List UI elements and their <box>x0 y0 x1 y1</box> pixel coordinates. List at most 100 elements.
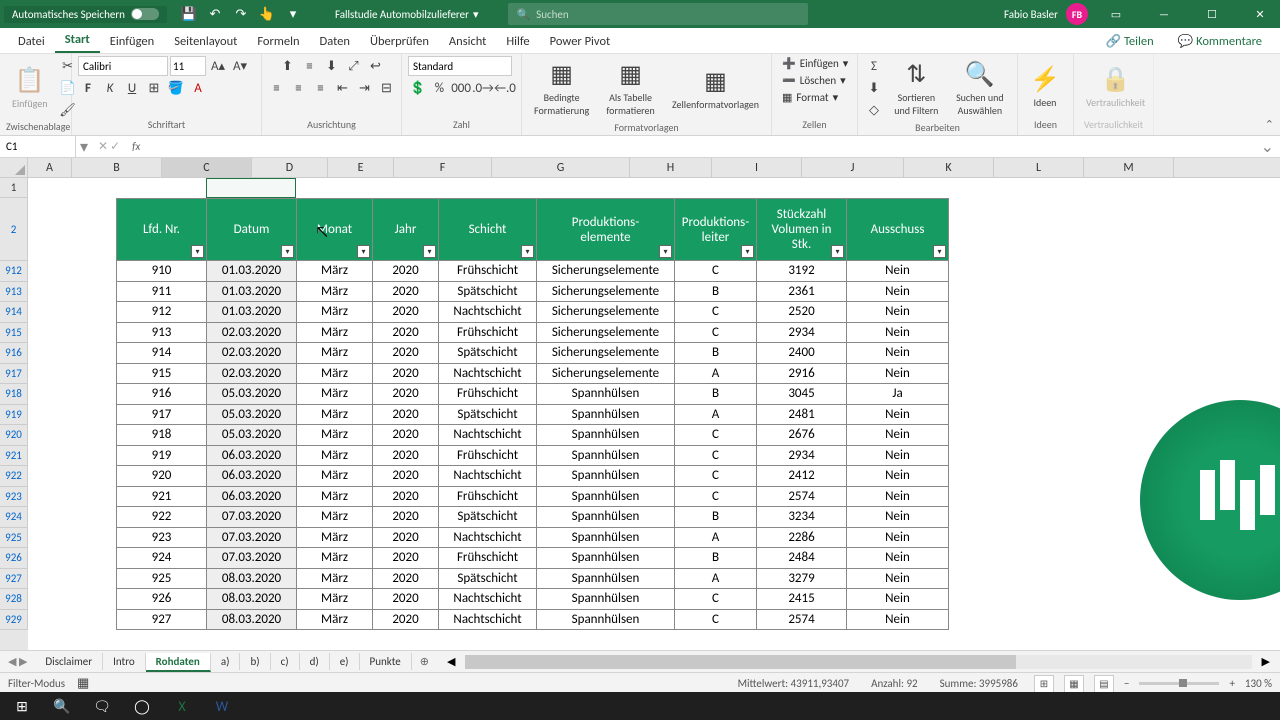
tab-formeln[interactable]: Formeln <box>247 30 309 53</box>
table-cell[interactable]: Sicherungselemente <box>537 322 675 343</box>
table-cell[interactable]: 2934 <box>757 445 847 466</box>
collapse-ribbon-icon[interactable]: ⌃ <box>1265 118 1274 131</box>
table-cell[interactable]: 919 <box>117 445 207 466</box>
scroll-right-icon[interactable]: ▶ <box>1262 655 1270 668</box>
table-cell[interactable]: Nein <box>847 261 949 282</box>
table-header[interactable]: Jahr▾ <box>373 199 439 261</box>
row-header[interactable]: 920 <box>0 425 28 446</box>
table-cell[interactable]: Spätschicht <box>439 404 537 425</box>
table-header[interactable]: Produktions-elemente▾ <box>537 199 675 261</box>
row-header[interactable]: 918 <box>0 384 28 405</box>
row-header[interactable]: 923 <box>0 487 28 508</box>
name-box-dropdown-icon[interactable]: ▾ <box>76 137 92 157</box>
table-cell[interactable]: März <box>297 548 373 569</box>
table-cell[interactable]: Nachtschicht <box>439 363 537 384</box>
table-cell[interactable]: Nein <box>847 568 949 589</box>
table-cell[interactable]: 3192 <box>757 261 847 282</box>
table-cell[interactable]: März <box>297 425 373 446</box>
table-header[interactable]: Lfd. Nr.▾ <box>117 199 207 261</box>
table-cell[interactable]: 2934 <box>757 322 847 343</box>
tab-seitenlayout[interactable]: Seitenlayout <box>164 30 247 53</box>
table-cell[interactable]: Spannhülsen <box>537 445 675 466</box>
filter-icon[interactable]: ▾ <box>831 245 844 258</box>
col-header[interactable]: I <box>712 158 802 177</box>
table-cell[interactable]: Spannhülsen <box>537 404 675 425</box>
paste-button[interactable]: 📋 Einfügen <box>6 62 54 114</box>
table-cell[interactable]: C <box>675 425 757 446</box>
table-cell[interactable]: Spannhülsen <box>537 486 675 507</box>
row-header[interactable]: 912 <box>0 261 28 282</box>
tab-daten[interactable]: Daten <box>310 30 360 53</box>
table-cell[interactable]: 2020 <box>373 343 439 364</box>
table-cell[interactable]: 2020 <box>373 527 439 548</box>
insert-cells-button[interactable]: ➕Einfügen ▾ <box>778 56 852 71</box>
table-cell[interactable]: C <box>675 609 757 630</box>
table-cell[interactable]: 2412 <box>757 466 847 487</box>
col-header[interactable]: G <box>492 158 630 177</box>
table-cell[interactable]: A <box>675 568 757 589</box>
table-cell[interactable]: 05.03.2020 <box>207 404 297 425</box>
table-cell[interactable]: März <box>297 568 373 589</box>
table-cell[interactable]: 08.03.2020 <box>207 609 297 630</box>
table-cell[interactable]: Nachtschicht <box>439 466 537 487</box>
avatar[interactable]: FB <box>1066 3 1088 25</box>
sheet-tab[interactable]: Rohdaten <box>146 653 211 672</box>
table-cell[interactable]: Nein <box>847 363 949 384</box>
table-cell[interactable]: C <box>675 261 757 282</box>
table-cell[interactable]: 923 <box>117 527 207 548</box>
expand-formula-icon[interactable]: ⌄ <box>1255 137 1280 157</box>
table-cell[interactable]: 3279 <box>757 568 847 589</box>
table-cell[interactable]: Frühschicht <box>439 486 537 507</box>
table-cell[interactable]: März <box>297 527 373 548</box>
size-select[interactable] <box>170 56 206 76</box>
table-header[interactable]: Produktions-leiter▾ <box>675 199 757 261</box>
grow-font-icon[interactable]: A▴ <box>208 56 228 76</box>
table-cell[interactable]: 2020 <box>373 609 439 630</box>
table-cell[interactable]: Nein <box>847 609 949 630</box>
shrink-font-icon[interactable]: A▾ <box>230 56 250 76</box>
table-cell[interactable]: B <box>675 281 757 302</box>
table-cell[interactable]: Nachtschicht <box>439 527 537 548</box>
merge-icon[interactable]: ⊟ <box>377 78 397 98</box>
table-cell[interactable]: 916 <box>117 384 207 405</box>
table-cell[interactable]: 2400 <box>757 343 847 364</box>
accept-formula-icon[interactable]: ✓ <box>110 139 120 154</box>
table-cell[interactable]: Frühschicht <box>439 261 537 282</box>
table-cell[interactable]: 2020 <box>373 363 439 384</box>
sort-filter-button[interactable]: ⇅Sortieren und Filtern <box>888 56 945 121</box>
zoom-in-icon[interactable]: + <box>1229 677 1234 690</box>
table-cell[interactable]: 912 <box>117 302 207 323</box>
row-header[interactable]: 929 <box>0 610 28 631</box>
table-cell[interactable]: März <box>297 609 373 630</box>
table-cell[interactable]: Frühschicht <box>439 322 537 343</box>
table-cell[interactable]: 2020 <box>373 425 439 446</box>
table-cell[interactable]: B <box>675 548 757 569</box>
zoom-out-icon[interactable]: − <box>1124 677 1129 690</box>
table-cell[interactable]: Frühschicht <box>439 548 537 569</box>
table-cell[interactable]: Nein <box>847 507 949 528</box>
zoom-level[interactable]: 130 % <box>1245 677 1272 690</box>
table-cell[interactable]: Nein <box>847 281 949 302</box>
table-cell[interactable]: 2286 <box>757 527 847 548</box>
table-cell[interactable]: 2020 <box>373 281 439 302</box>
table-cell[interactable]: Spannhülsen <box>537 466 675 487</box>
table-cell[interactable]: C <box>675 322 757 343</box>
view-normal-icon[interactable]: ⊞ <box>1034 675 1054 693</box>
table-cell[interactable]: Sicherungselemente <box>537 302 675 323</box>
table-cell[interactable]: 02.03.2020 <box>207 363 297 384</box>
row-header[interactable]: 916 <box>0 343 28 364</box>
task-word[interactable]: W <box>204 692 240 720</box>
number-format-select[interactable] <box>408 56 512 76</box>
redo-icon[interactable]: ↷ <box>229 2 253 26</box>
table-cell[interactable]: 07.03.2020 <box>207 527 297 548</box>
table-cell[interactable]: 01.03.2020 <box>207 302 297 323</box>
zoom-slider[interactable] <box>1139 682 1219 685</box>
comments-button[interactable]: 💬 Kommentare <box>1168 30 1272 53</box>
table-cell[interactable]: B <box>675 343 757 364</box>
table-cell[interactable]: März <box>297 343 373 364</box>
table-cell[interactable]: März <box>297 261 373 282</box>
table-cell[interactable]: 2916 <box>757 363 847 384</box>
percent-icon[interactable]: % <box>430 78 450 98</box>
tab-ueberpruefen[interactable]: Überprüfen <box>360 30 439 53</box>
tab-powerpivot[interactable]: Power Pivot <box>540 30 621 53</box>
